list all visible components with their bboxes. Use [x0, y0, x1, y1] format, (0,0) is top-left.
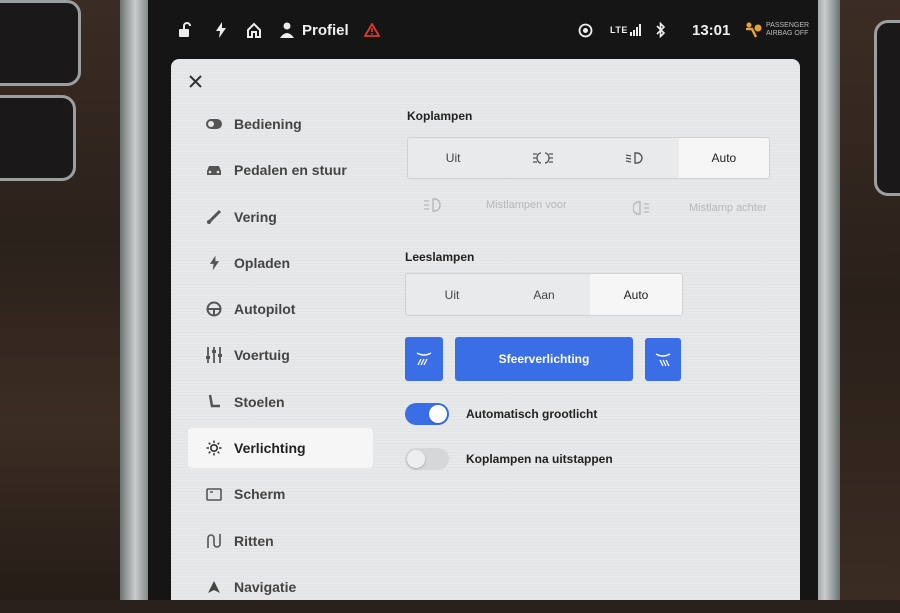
suspension-icon [204, 207, 224, 227]
auto-high-beam-label: Automatisch grootlicht [466, 407, 598, 421]
steering-wheel-icon [204, 299, 224, 319]
headlights-option-auto[interactable]: Auto [678, 138, 769, 178]
screen-icon [204, 484, 224, 504]
option-label: Aan [533, 287, 555, 302]
camera-icon[interactable] [578, 8, 593, 52]
sidebar-item-label: Ritten [234, 532, 274, 549]
close-button[interactable] [185, 71, 205, 91]
headlights-after-exit-toggle[interactable] [405, 448, 449, 470]
airbag-status: PASSENGER AIRBAG OFF [744, 8, 809, 52]
profile-label: Profiel [302, 21, 349, 39]
sidebar-item-voertuig[interactable]: Voertuig [188, 335, 373, 375]
fog-front-label: Mistlampen voor [486, 199, 567, 211]
fog-rear-label: Mistlamp achter [689, 202, 767, 214]
fog-front-icon [424, 198, 441, 212]
reading-option-off[interactable]: Uit [406, 274, 498, 315]
ambient-lighting-label: Sfeerverlichting [498, 352, 590, 366]
sidebar-item-bediening[interactable]: Bediening [188, 104, 373, 144]
ambient-light-right-icon [655, 352, 671, 366]
sidebar-item-label: Vering [234, 208, 277, 225]
reading-option-auto[interactable]: Auto [590, 274, 682, 315]
profile-button[interactable]: Profiel [280, 8, 349, 52]
headlights-option-parking[interactable] [498, 138, 588, 178]
option-label: Uit [445, 151, 461, 165]
toggle-knob [407, 450, 425, 468]
sidebar-item-label: Pedalen en stuur [234, 162, 347, 179]
sun-icon [204, 438, 224, 458]
settings-sidebar: Bediening Pedalen en stuur Vering Oplade… [188, 104, 373, 613]
low-beam-icon [625, 152, 643, 164]
reading-lights-title: Leeslampen [405, 250, 475, 264]
headlights-after-exit-label: Koplampen na uitstappen [466, 452, 613, 466]
trip-icon [204, 531, 224, 551]
reading-lights-selector: Uit Aan Auto [405, 273, 683, 316]
warning-icon[interactable] [364, 8, 380, 52]
headlights-after-exit-row: Koplampen na uitstappen [405, 448, 613, 470]
clock: 13:01 [692, 8, 730, 52]
seat-icon [204, 392, 224, 412]
air-vent-bottom-left [0, 95, 76, 181]
sidebar-item-ritten[interactable]: Ritten [188, 521, 373, 561]
sidebar-item-autopilot[interactable]: Autopilot [188, 289, 373, 329]
headlights-option-low-beam[interactable] [589, 138, 679, 178]
chrome-trim-left [120, 0, 150, 600]
auto-high-beam-toggle[interactable] [405, 403, 449, 425]
air-vent-right [874, 20, 900, 196]
close-icon [188, 74, 202, 88]
sidebar-item-scherm[interactable]: Scherm [188, 474, 373, 514]
time-display: 13:01 [692, 21, 731, 39]
sidebar-item-pedalen[interactable]: Pedalen en stuur [188, 150, 373, 190]
bluetooth-icon[interactable] [656, 8, 666, 52]
option-label: Auto [711, 151, 737, 165]
navigation-icon [204, 577, 224, 597]
fog-front-button[interactable]: Mistlampen voor [423, 198, 567, 212]
sidebar-item-stoelen[interactable]: Stoelen [188, 382, 373, 422]
ambient-decrease-button[interactable] [405, 337, 443, 381]
car-icon [204, 160, 224, 180]
parking-lights-icon [533, 152, 554, 164]
sidebar-item-opladen[interactable]: Opladen [188, 243, 373, 283]
lightning-icon[interactable] [215, 8, 227, 52]
airbag-line-1: PASSENGER [766, 22, 810, 29]
network-label: LTE [610, 25, 628, 35]
option-label: Auto [623, 287, 649, 302]
headlights-option-off[interactable]: Uit [408, 138, 498, 178]
sidebar-item-label: Opladen [234, 254, 291, 271]
sliders-icon [204, 345, 224, 365]
sidebar-item-navigatie[interactable]: Navigatie [188, 567, 373, 607]
lock-open-icon[interactable] [178, 8, 192, 52]
ambient-light-left-icon [416, 352, 432, 366]
airbag-icon [746, 22, 762, 38]
sidebar-item-label: Autopilot [234, 301, 296, 318]
fog-rear-button[interactable]: Mistlamp achter [633, 201, 767, 215]
fog-rear-icon [633, 201, 649, 215]
sidebar-item-label: Verlichting [234, 440, 306, 457]
settings-panel: Bediening Pedalen en stuur Vering Oplade… [171, 59, 800, 600]
status-bar: Profiel LTE 13:01 PASSENGER AIRBAG OFF [160, 8, 810, 52]
air-vent-top-left [0, 0, 81, 86]
sidebar-item-label: Stoelen [234, 393, 285, 410]
option-label: Uit [444, 287, 460, 302]
person-icon [280, 22, 294, 38]
reading-option-on[interactable]: Aan [498, 274, 590, 315]
sidebar-item-label: Scherm [234, 486, 286, 503]
toggle-knob [429, 405, 447, 423]
sidebar-item-label: Navigatie [234, 578, 297, 595]
toggle-icon [204, 114, 224, 134]
sidebar-item-vering[interactable]: Vering [188, 197, 373, 237]
lightning-icon [204, 253, 224, 273]
sidebar-item-label: Bediening [234, 116, 302, 132]
sidebar-item-label: Voertuig [234, 347, 290, 364]
headlights-selector: Uit Auto [407, 137, 770, 179]
ambient-lighting-button[interactable]: Sfeerverlichting [455, 337, 633, 381]
auto-high-beam-row: Automatisch grootlicht [405, 403, 597, 425]
signal-icon: LTE [610, 8, 642, 52]
sidebar-item-verlichting[interactable]: Verlichting [188, 428, 373, 469]
home-icon[interactable] [246, 8, 262, 52]
airbag-line-2: AIRBAG OFF [766, 30, 809, 37]
ambient-increase-button[interactable] [645, 338, 681, 381]
headlights-title: Koplampen [407, 109, 473, 123]
